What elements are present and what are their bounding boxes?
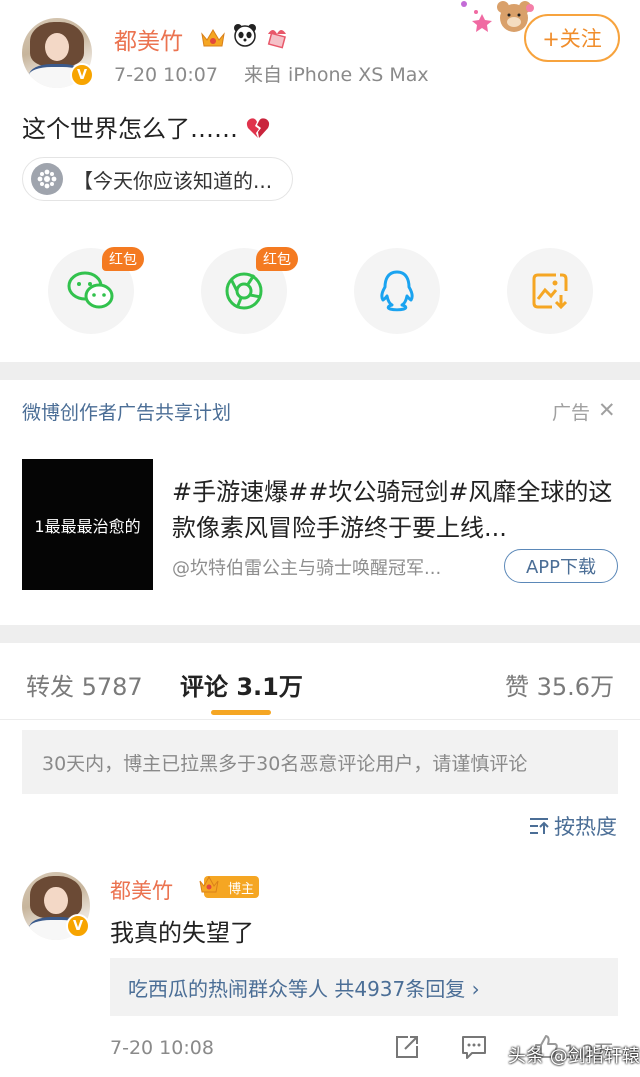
ad-subtitle[interactable]: @坎特伯雷公主与骑士唤醒冠军... bbox=[172, 554, 441, 580]
comment-icon[interactable] bbox=[461, 1034, 487, 1060]
link-card[interactable]: 【今天你应该知道的... bbox=[22, 157, 293, 201]
panda-icon bbox=[234, 24, 256, 47]
crown-icon bbox=[201, 29, 225, 47]
comment-notice: 30天内，博主已拉黑多于30名恶意评论用户，请谨慎评论 bbox=[22, 730, 618, 794]
ad-tag: 广告 bbox=[552, 402, 591, 424]
watermark: 头条 @剑指轩辕 bbox=[508, 1046, 640, 1067]
save-image-icon bbox=[532, 273, 568, 310]
tab-repost[interactable]: 转发 5787 bbox=[26, 667, 143, 702]
app-download-button[interactable]: APP下载 bbox=[504, 549, 618, 583]
wechat-icon bbox=[67, 271, 114, 309]
post-time: 7-20 10:07 bbox=[114, 64, 218, 86]
verified-badge-icon: V bbox=[66, 914, 90, 938]
ad-thumbnail-text: 1最最最治愈的 bbox=[34, 516, 141, 536]
sort-button[interactable]: 按热度 bbox=[528, 811, 617, 841]
hongbao-badge: 红包 bbox=[102, 247, 144, 271]
tabs-divider bbox=[0, 719, 640, 720]
section-divider bbox=[0, 362, 640, 380]
ad-header: 微博创作者广告共享计划 bbox=[22, 402, 232, 424]
crown-icon bbox=[199, 875, 219, 893]
save-image-button[interactable] bbox=[507, 248, 593, 334]
reply-summary[interactable]: 吃西瓜的热闹群众等人 共4937条回复 › bbox=[110, 958, 618, 1016]
post-source: 来自 iPhone XS Max bbox=[244, 64, 429, 86]
tab-likes[interactable]: 赞 35.6万 bbox=[505, 667, 614, 702]
gift-ribbon-icon bbox=[267, 30, 286, 49]
qq-icon bbox=[380, 270, 414, 312]
tab-active-indicator bbox=[211, 710, 271, 715]
moments-icon bbox=[225, 272, 263, 310]
section-divider bbox=[0, 625, 640, 643]
hongbao-badge: 红包 bbox=[256, 247, 298, 271]
author-badge-label: 博主 bbox=[228, 881, 255, 897]
verified-badge-icon: V bbox=[70, 63, 94, 87]
post-text: 这个世界怎么了…… bbox=[22, 109, 270, 144]
sort-label: 按热度 bbox=[554, 815, 617, 839]
tab-comments[interactable]: 评论 3.1万 bbox=[180, 667, 303, 702]
link-card-icon bbox=[31, 163, 63, 195]
ad-close-icon[interactable]: ✕ bbox=[598, 398, 616, 422]
broken-heart-icon bbox=[246, 118, 269, 138]
ad-thumbnail[interactable]: 1最最最治愈的 bbox=[22, 459, 153, 590]
comment-author[interactable]: 都美竹 bbox=[110, 875, 173, 905]
post-meta: 7-20 10:07 来自 iPhone XS Max bbox=[114, 60, 429, 87]
ad-title[interactable]: #手游速爆##坎公骑冠剑#风靡全球的这款像素风冒险手游终于要上线... bbox=[172, 474, 622, 546]
follow-button[interactable]: +关注 bbox=[524, 14, 620, 62]
sort-icon bbox=[530, 818, 549, 834]
author-name[interactable]: 都美竹 bbox=[114, 22, 183, 56]
comment-time: 7-20 10:08 bbox=[110, 1037, 214, 1059]
link-card-text: 【今天你应该知道的... bbox=[73, 168, 273, 193]
share-icon[interactable] bbox=[394, 1034, 420, 1060]
comment-text: 我真的失望了 bbox=[110, 919, 254, 947]
share-qq-button[interactable] bbox=[354, 248, 440, 334]
post-text-content: 这个世界怎么了…… bbox=[22, 115, 238, 143]
author-badge: 博主 bbox=[199, 875, 260, 898]
